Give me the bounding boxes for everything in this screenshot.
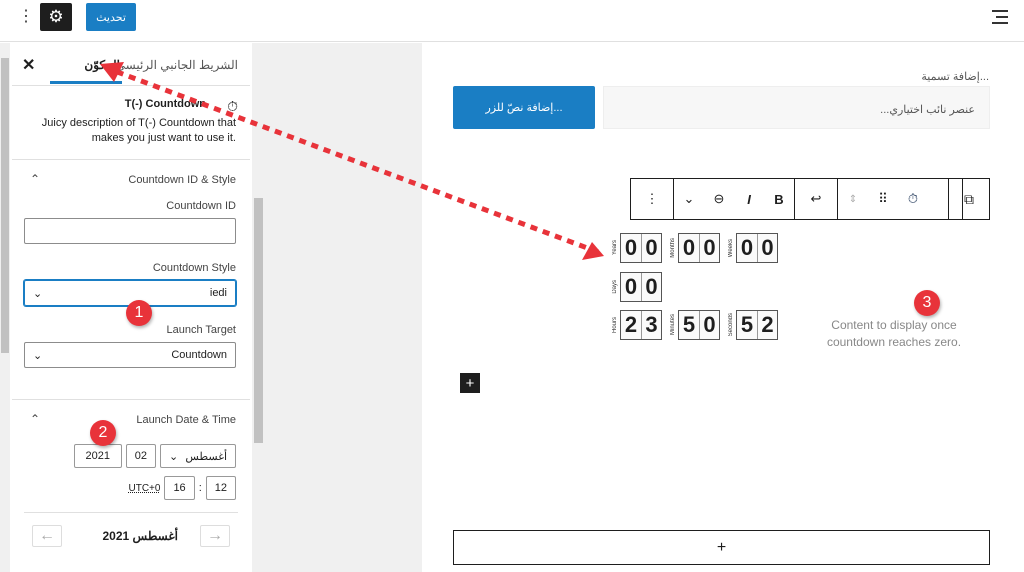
- hour-input[interactable]: 12: [205, 476, 236, 500]
- countdown-style-label: Countdown Style: [152, 262, 236, 274]
- month-select[interactable]: أغسطس ⌄: [160, 444, 236, 468]
- day-input[interactable]: 02: [125, 444, 156, 468]
- placeholder-input[interactable]: عنصر نائب اختياري...: [603, 86, 990, 129]
- unit-label: Months: [670, 238, 676, 258]
- section-title: Launch Date & Time: [136, 414, 236, 426]
- bold-icon[interactable]: B: [764, 192, 794, 207]
- year-input[interactable]: 2021: [73, 444, 122, 468]
- update-button[interactable]: تحديث: [86, 3, 136, 31]
- month-value: أغسطس: [185, 450, 227, 463]
- editor-gutter: [265, 43, 422, 572]
- digits: 50: [678, 310, 720, 340]
- countdown-unit: Months 0 0: [670, 233, 720, 263]
- stopwatch-icon[interactable]: ⏱: [898, 191, 928, 207]
- countdown-digit: 0: [737, 234, 757, 262]
- close-icon[interactable]: ✕: [22, 55, 35, 75]
- countdown-unit: Hours 2 3: [612, 310, 662, 340]
- countdown-digit: 3: [641, 311, 661, 339]
- launch-target-select[interactable]: Countdown ⌄: [24, 342, 236, 368]
- time-separator: :: [198, 482, 202, 494]
- countdown-digit: 0: [621, 273, 641, 301]
- duplicate-icon[interactable]: ⧉: [948, 178, 990, 220]
- digits: 00: [678, 233, 720, 263]
- annotation-badge: 1: [126, 300, 152, 326]
- minute-input[interactable]: 16: [164, 476, 195, 500]
- chevron-up-icon: ⌃: [30, 412, 41, 426]
- countdown-unit: Years 0 0: [612, 233, 662, 263]
- digits: 23: [620, 310, 662, 340]
- top-toolbar: ⋮ ⚙ تحديث: [0, 0, 1024, 42]
- countdown-unit: Weeks 0 0: [728, 233, 778, 263]
- caption-placeholder[interactable]: إضافة تسمية...: [921, 70, 989, 83]
- drag-handle-icon[interactable]: ⠿: [868, 191, 898, 207]
- countdown-digit: 0: [679, 234, 699, 262]
- digits: 00: [620, 233, 662, 263]
- annotation-badge: 3: [914, 290, 940, 316]
- countdown-digit: 0: [757, 234, 777, 262]
- tab-block[interactable]: المكوّن: [84, 58, 120, 72]
- section-toggle-date-time[interactable]: Launch Date & Time ⌃: [12, 400, 250, 440]
- chevron-down-icon: ⌄: [33, 287, 43, 300]
- countdown-digit: 2: [757, 311, 777, 339]
- section-title: Countdown ID & Style: [128, 174, 236, 186]
- scrollbar[interactable]: [252, 43, 265, 572]
- countdown-unit: Days 0 0: [612, 272, 662, 302]
- italic-icon[interactable]: I: [734, 192, 764, 207]
- transform-icon[interactable]: ↩: [795, 191, 837, 207]
- countdown-digit: 0: [641, 234, 661, 262]
- unit-label: Weeks: [728, 238, 734, 258]
- more-options-icon[interactable]: ⋮: [631, 191, 673, 207]
- chevron-up-icon: ⌃: [30, 172, 41, 186]
- section-toggle-id-style[interactable]: Countdown ID & Style ⌃: [12, 160, 250, 200]
- countdown-digit: 0: [641, 273, 661, 301]
- tab-main-sidebar[interactable]: الشريط الجانبي الرئيسي: [116, 58, 238, 72]
- unit-label: Days: [612, 280, 618, 294]
- launch-target-label: Launch Target: [166, 324, 236, 336]
- final-content-placeholder[interactable]: Content to display once countdown reache…: [814, 317, 974, 351]
- block-card: ⏱ T(-) Countdown Juicy description of T(…: [12, 86, 250, 160]
- countdown-digit: 0: [699, 234, 719, 262]
- add-block-appender[interactable]: +: [453, 530, 990, 565]
- chevron-down-icon: ⌄: [169, 450, 179, 463]
- digits: 52: [736, 310, 778, 340]
- countdown-id-label: Countdown ID: [166, 200, 236, 212]
- unit-label: Seconds: [728, 313, 734, 337]
- scrollbar[interactable]: [0, 43, 10, 572]
- chevron-down-icon: ⌄: [33, 349, 43, 362]
- next-month-button[interactable]: →: [200, 525, 230, 547]
- select-value: Countdown: [171, 349, 227, 361]
- countdown-id-input[interactable]: [24, 218, 236, 244]
- timezone-label: UTC+0: [128, 482, 161, 494]
- block-title: T(-) Countdown: [124, 98, 206, 110]
- add-block-button[interactable]: +: [460, 373, 480, 393]
- unit-label: Years: [612, 240, 618, 256]
- stopwatch-icon: ⏱: [227, 98, 238, 114]
- countdown-digit: 2: [621, 311, 641, 339]
- calendar-month-title: أغسطس 2021: [102, 529, 179, 543]
- countdown-digit: 5: [679, 311, 699, 339]
- unit-label: Hours: [612, 316, 618, 333]
- countdown-digit: 0: [699, 311, 719, 339]
- digits: 00: [736, 233, 778, 263]
- digits: 00: [620, 272, 662, 302]
- link-icon[interactable]: ⊖: [704, 191, 734, 207]
- gear-icon: ⚙: [48, 7, 64, 26]
- move-up-down-icon[interactable]: ⇕: [838, 194, 868, 205]
- button-text-placeholder[interactable]: إضافة نصّ للزر...: [453, 86, 595, 129]
- more-options-icon[interactable]: ⋮: [18, 6, 34, 26]
- block-description: Juicy description of T(-) Countdown that…: [41, 117, 236, 144]
- list-view-icon[interactable]: [992, 10, 1008, 28]
- annotation-badge: 2: [90, 420, 116, 446]
- countdown-digit: 5: [737, 311, 757, 339]
- chevron-down-icon[interactable]: ⌄: [674, 191, 704, 207]
- countdown-unit: Minutes 5 0: [670, 310, 720, 340]
- settings-button[interactable]: ⚙: [40, 3, 72, 31]
- block-toolbar: ⋮ ⌄ ⊖ I B ↩ ⇕ ⠿ ⏱: [630, 178, 963, 220]
- unit-label: Minutes: [670, 314, 676, 336]
- countdown-digit: 0: [621, 234, 641, 262]
- countdown-unit: Seconds 5 2: [728, 310, 778, 340]
- prev-month-button[interactable]: ←: [32, 525, 62, 547]
- select-value: iedi: [209, 287, 227, 299]
